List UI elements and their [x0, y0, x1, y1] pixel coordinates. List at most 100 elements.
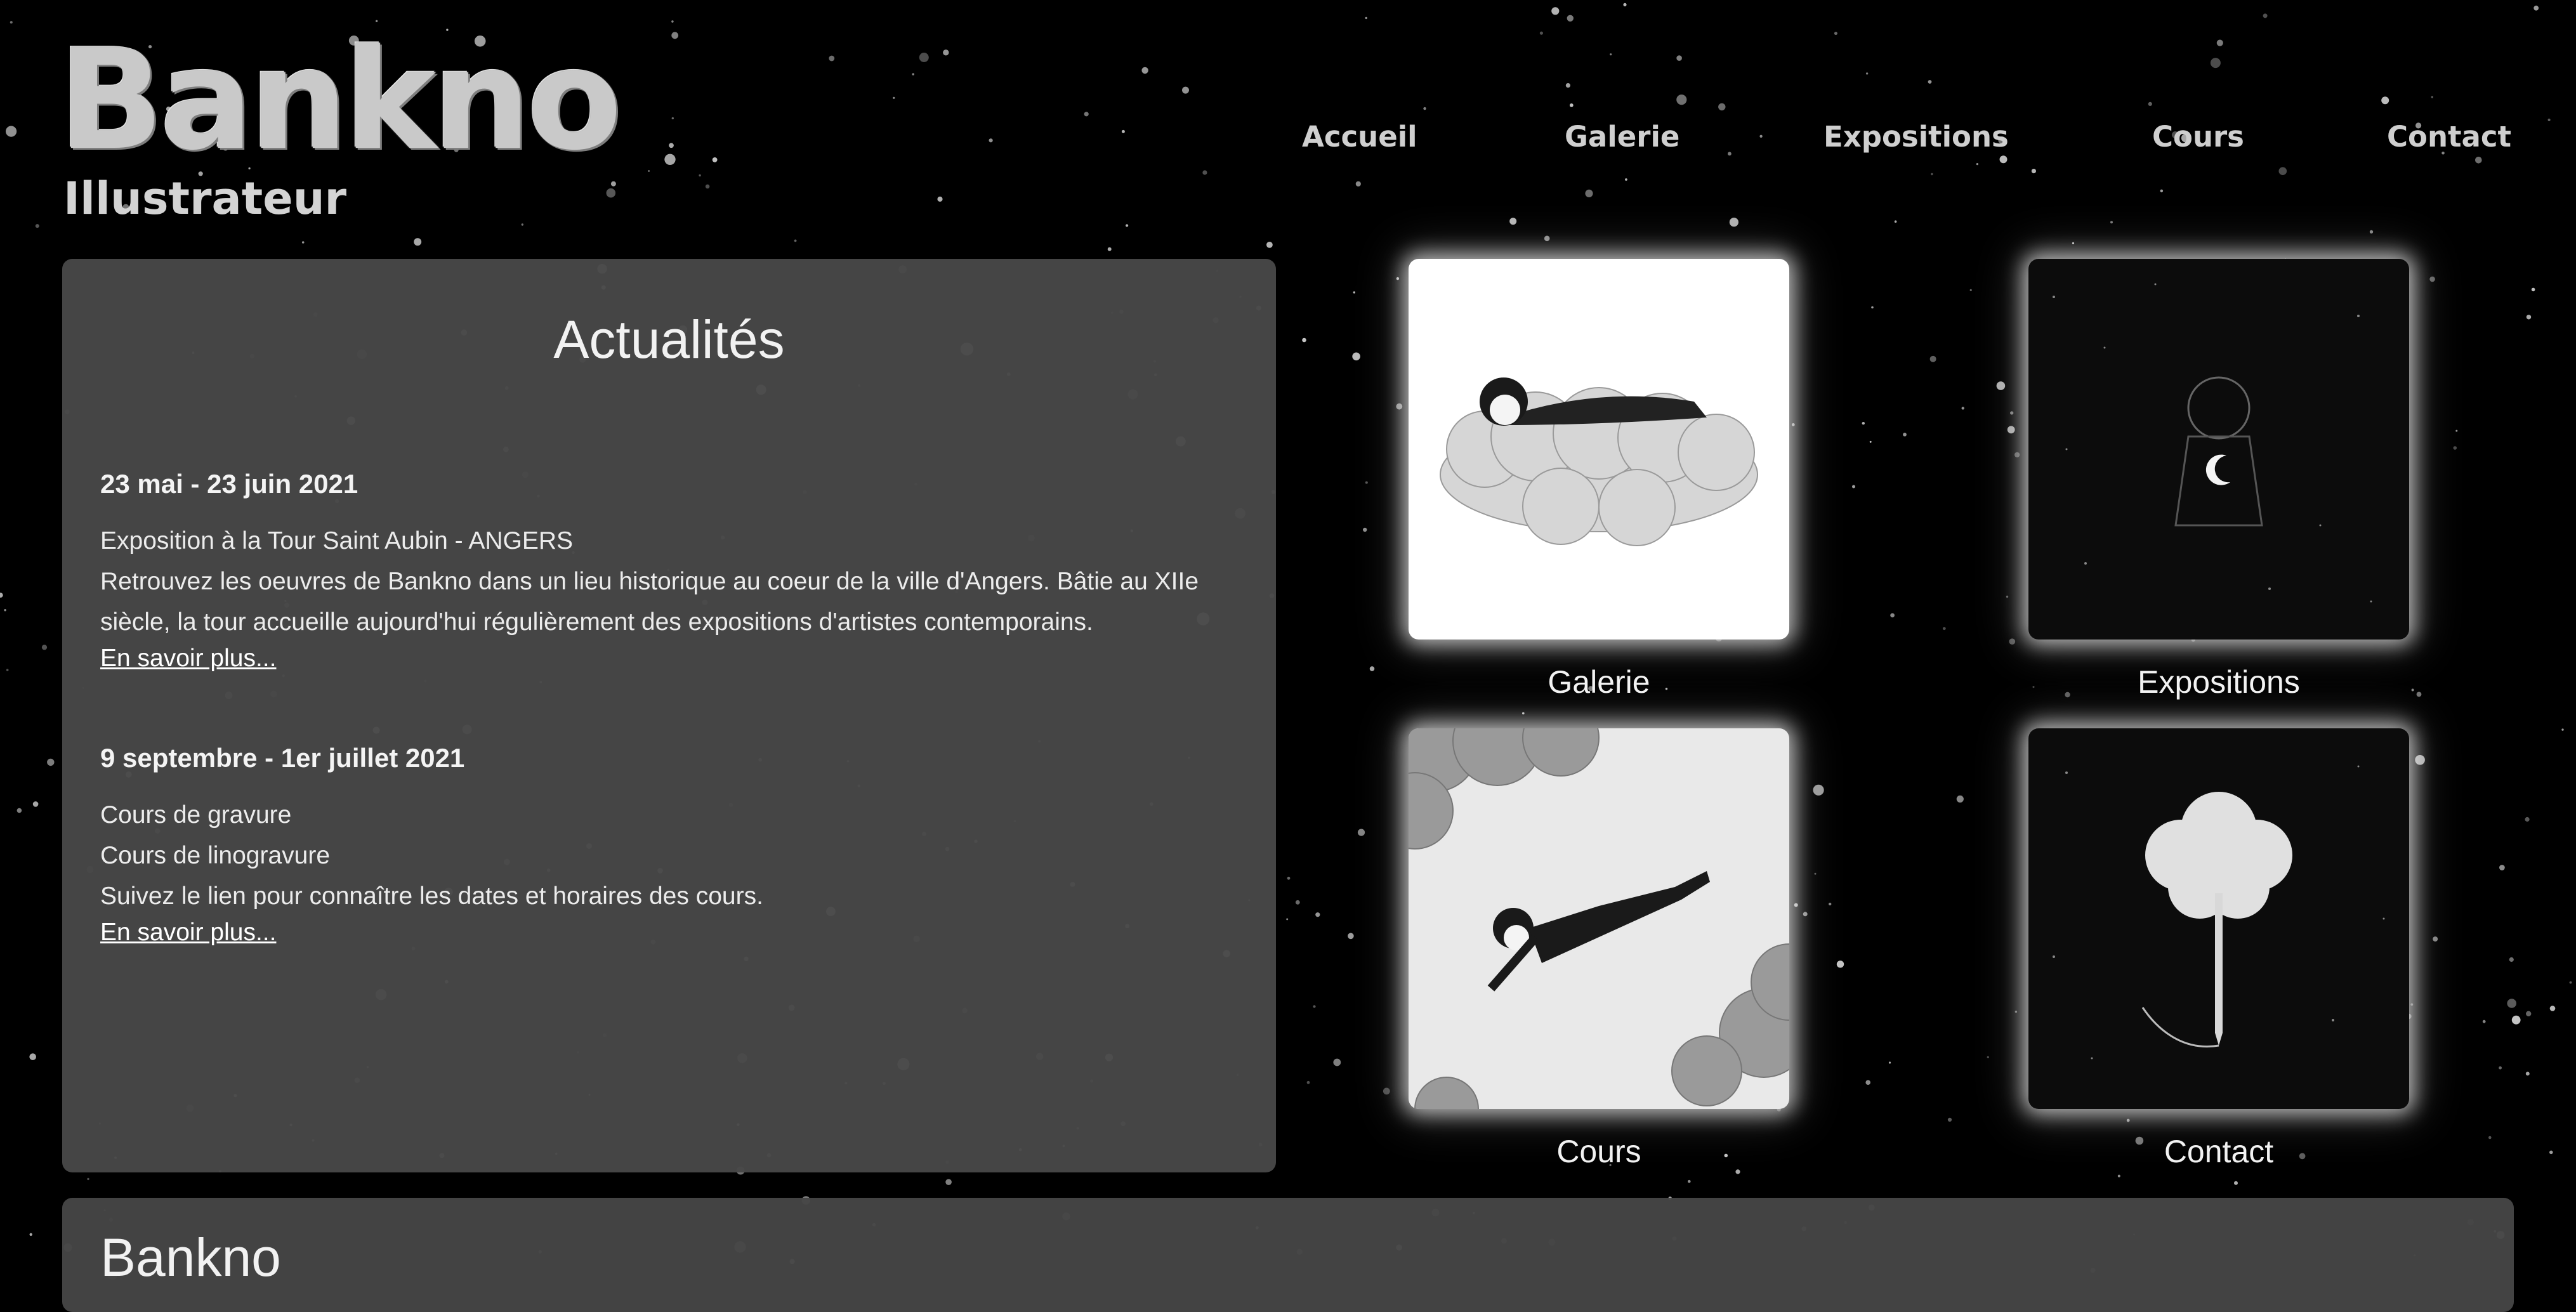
nav-accueil[interactable]: Accueil: [1302, 121, 1417, 154]
star: [2561, 728, 2564, 731]
star: [1888, 1061, 1891, 1064]
star: [1353, 291, 1355, 294]
star: [664, 154, 676, 165]
read-more-link[interactable]: En savoir plus...: [100, 917, 276, 948]
star: [1551, 7, 1560, 15]
star: [29, 1053, 36, 1060]
star: [1829, 902, 1832, 906]
star: [1357, 829, 1365, 836]
star: [1865, 1080, 1870, 1085]
star: [2533, 5, 2539, 11]
nav-galerie[interactable]: Galerie: [1565, 121, 1679, 154]
star: [1794, 903, 1798, 907]
star: [1333, 1058, 1341, 1066]
site-logo[interactable]: Bankno: [58, 32, 622, 170]
nav-expositions[interactable]: Expositions: [1824, 121, 2009, 154]
star: [1522, 712, 1525, 715]
star: [1302, 338, 1306, 343]
star: [1567, 15, 1574, 22]
star: [1814, 872, 1817, 875]
tile-galerie[interactable]: Galerie: [1409, 259, 1789, 698]
star: [937, 196, 943, 202]
star: [912, 73, 914, 75]
star: [1355, 181, 1361, 187]
news-panel: Actualités 23 mai - 23 juin 2021 Exposit…: [62, 259, 1276, 1172]
site-subtitle: Illustrateur: [63, 173, 347, 225]
star: [2455, 430, 2458, 432]
star: [2507, 999, 2516, 1008]
star: [2499, 1066, 2502, 1070]
star: [1947, 1117, 1952, 1122]
pencil-tree-illustration[interactable]: [2028, 728, 2409, 1109]
star: [1544, 235, 1550, 242]
star: [1315, 912, 1320, 917]
star: [1728, 152, 1732, 156]
star: [1996, 381, 2006, 390]
tile-contact[interactable]: Contact: [2028, 728, 2409, 1167]
child-holding-moon-illustration[interactable]: [2028, 259, 2409, 640]
star: [1365, 481, 1368, 484]
star: [2525, 817, 2530, 822]
star: [2549, 1150, 2553, 1155]
news-text: Exposition à la Tour Saint Aubin - ANGER…: [100, 527, 574, 554]
star: [1976, 163, 1978, 166]
star: [1852, 485, 1855, 489]
star: [2547, 118, 2551, 122]
star: [2410, 1003, 2414, 1006]
star: [1383, 1087, 1390, 1095]
tile-cours[interactable]: Cours: [1409, 728, 1789, 1167]
nav-contact[interactable]: Contact: [2387, 121, 2511, 154]
tile-label: Galerie: [1548, 664, 1650, 700]
star: [699, 174, 701, 177]
flying-boy-illustration[interactable]: [1409, 728, 1789, 1109]
star: [606, 188, 616, 198]
star: [1890, 613, 1895, 618]
star: [2416, 692, 2422, 697]
star: [2511, 1015, 2521, 1025]
star: [669, 143, 674, 148]
star: [2234, 1181, 2238, 1185]
star: [1313, 1005, 1316, 1008]
news-item: 23 mai - 23 juin 2021 Exposition à la To…: [100, 465, 1255, 674]
star: [2009, 638, 2016, 645]
star: [1121, 129, 1125, 133]
star: [2453, 446, 2457, 450]
star: [2488, 1136, 2492, 1139]
star: [1306, 1080, 1310, 1084]
star: [2531, 287, 2535, 292]
star: [47, 758, 55, 766]
star: [2526, 315, 2532, 320]
star: [2117, 1174, 2120, 1178]
star: [2160, 189, 2164, 193]
star: [2110, 221, 2113, 224]
star: [2411, 688, 2414, 692]
star: [1348, 933, 1354, 940]
sleeping-on-cloud-illustration[interactable]: [1409, 259, 1789, 640]
star: [1369, 666, 1375, 671]
star: [1871, 306, 1874, 309]
star: [1759, 134, 1763, 138]
star: [1352, 352, 1360, 361]
star: [1396, 403, 1403, 410]
star: [712, 157, 718, 162]
star: [1834, 32, 1837, 36]
star: [1182, 86, 1189, 94]
star: [943, 49, 949, 56]
star: [2429, 276, 2435, 282]
star: [4, 609, 6, 612]
tile-expositions[interactable]: Expositions: [2028, 259, 2409, 698]
news-text: Suivez le lien pour connaître les dates …: [100, 882, 763, 910]
star: [2031, 169, 2036, 174]
star: [2525, 1072, 2530, 1076]
star: [1987, 1056, 1989, 1059]
star: [32, 801, 39, 807]
star: [1865, 72, 1869, 75]
read-more-link[interactable]: En savoir plus...: [100, 643, 276, 674]
nav-cours[interactable]: Cours: [2152, 121, 2244, 154]
star: [521, 223, 523, 226]
news-text: Retrouvez les oeuvres de Bankno dans un …: [100, 568, 1199, 595]
star: [1999, 155, 2008, 164]
star: [1869, 440, 1872, 443]
star: [2526, 1011, 2532, 1017]
star: [1509, 218, 1517, 225]
